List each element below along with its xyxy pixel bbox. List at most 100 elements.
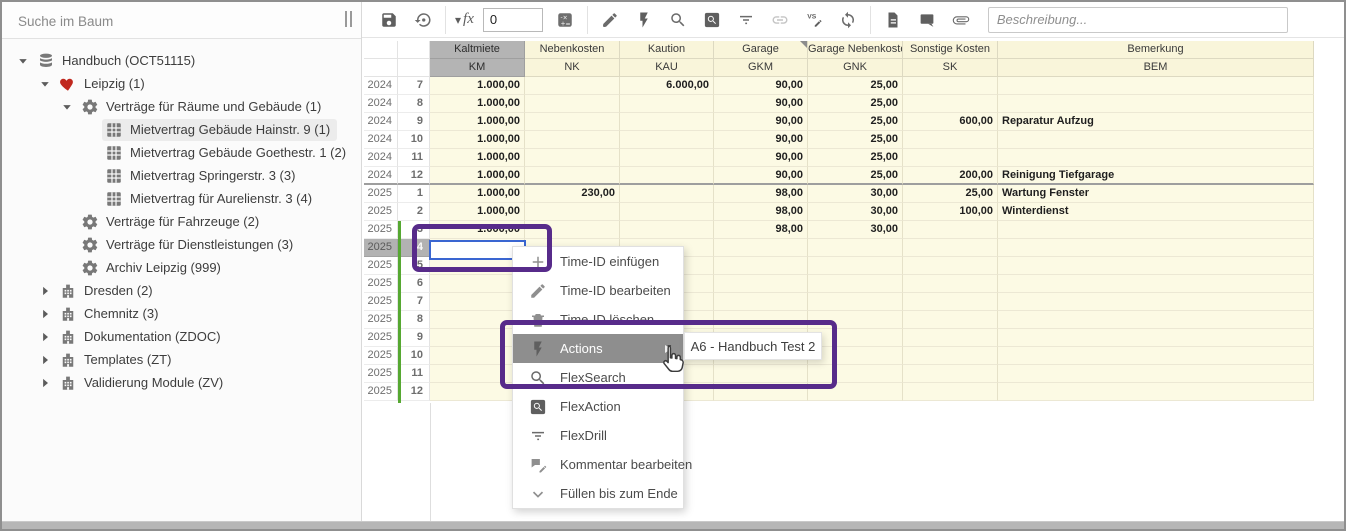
grid-cell[interactable] [903, 383, 998, 401]
grid-cell[interactable] [620, 149, 714, 167]
grid-cell[interactable] [903, 257, 998, 275]
tree-item-node[interactable]: Validierung Module (ZV) [2, 371, 361, 394]
grid-cell[interactable] [808, 347, 903, 365]
grid-cell[interactable]: 1.000,00 [430, 203, 525, 221]
grid-cell[interactable] [525, 221, 620, 239]
menu-item-flexdrill[interactable]: FlexDrill [513, 421, 683, 450]
grid-cell[interactable] [430, 275, 525, 293]
column-header-BEM[interactable]: Bemerkung [998, 41, 1314, 59]
grid-cell[interactable]: 1.000,00 [430, 77, 525, 95]
row-header-year[interactable]: 2025 [364, 365, 398, 383]
column-code-GKM[interactable]: GKM [714, 59, 808, 77]
chevron-right-icon[interactable] [34, 282, 56, 300]
row-header-month[interactable]: 8 [398, 311, 430, 329]
row-header-year[interactable]: 2024 [364, 77, 398, 95]
column-code-GNK[interactable]: GNK [808, 59, 903, 77]
grid-cell[interactable] [714, 275, 808, 293]
link-button[interactable] [763, 5, 797, 35]
row-header-year[interactable]: 2025 [364, 185, 398, 203]
menu-item-flexsearch[interactable]: FlexSearch [513, 363, 683, 392]
grid-cell[interactable] [903, 149, 998, 167]
vs-edit-button[interactable]: VS [797, 5, 831, 35]
grid-cell[interactable]: 90,00 [714, 113, 808, 131]
grid-cell[interactable] [620, 113, 714, 131]
save-button[interactable] [372, 5, 406, 35]
grid-cell[interactable]: 25,00 [808, 77, 903, 95]
grid-cell[interactable] [714, 383, 808, 401]
row-header-month[interactable]: 3 [398, 221, 430, 239]
search-button[interactable] [661, 5, 695, 35]
grid-cell[interactable]: 30,00 [808, 203, 903, 221]
column-code-NK[interactable]: NK [525, 59, 620, 77]
grid-cell[interactable] [808, 275, 903, 293]
column-code-KM[interactable]: KM [430, 59, 525, 77]
grid-cell[interactable] [430, 311, 525, 329]
grid-cell[interactable]: 1.000,00 [430, 167, 525, 185]
column-header-KM[interactable]: Kaltmiete [430, 41, 525, 59]
grid-cell[interactable] [903, 329, 998, 347]
row-header-year[interactable]: 2025 [364, 383, 398, 401]
grid-cell[interactable] [998, 329, 1314, 347]
grid-cell[interactable] [714, 293, 808, 311]
row-header-month[interactable]: 10 [398, 131, 430, 149]
row-header-year[interactable]: 2025 [364, 311, 398, 329]
chevron-right-icon[interactable] [34, 374, 56, 392]
grid-cell[interactable] [998, 131, 1314, 149]
filter-button[interactable] [729, 5, 763, 35]
chevron-right-icon[interactable] [34, 328, 56, 346]
grid-cell[interactable] [903, 239, 998, 257]
tree-item-node[interactable]: Leipzig (1) [2, 72, 361, 95]
row-header-year[interactable]: 2024 [364, 131, 398, 149]
menu-item-actions[interactable]: Actions [513, 334, 683, 363]
row-header-year[interactable]: 2025 [364, 275, 398, 293]
tree-item-node[interactable]: Mietvertrag für Aurelienstr. 3 (4) [2, 187, 361, 210]
tree-item-node[interactable]: Dresden (2) [2, 279, 361, 302]
row-header-month[interactable]: 2 [398, 203, 430, 221]
row-header-month[interactable]: 5 [398, 257, 430, 275]
row-header-month[interactable]: 7 [398, 293, 430, 311]
grid-cell[interactable] [998, 383, 1314, 401]
grid-cell[interactable] [998, 77, 1314, 95]
tree-item-selected[interactable]: Mietvertrag Gebäude Hainstr. 9 (1) [2, 118, 361, 141]
row-header-month[interactable]: 12 [398, 383, 430, 401]
column-header-NK[interactable]: Nebenkosten [525, 41, 620, 59]
grid-cell[interactable] [430, 293, 525, 311]
grid-cell[interactable] [620, 167, 714, 185]
column-header-SK[interactable]: Sonstige Kosten [903, 41, 998, 59]
lightning-button[interactable] [627, 5, 661, 35]
row-header-month[interactable]: 10 [398, 347, 430, 365]
menu-item-time-id-einf-gen[interactable]: Time-ID einfügen [513, 247, 683, 276]
grid-cell[interactable] [620, 221, 714, 239]
grid-cell[interactable] [430, 383, 525, 401]
grid-cell[interactable]: 98,00 [714, 221, 808, 239]
row-header-month[interactable]: 7 [398, 77, 430, 95]
tree-item-node[interactable]: Templates (ZT) [2, 348, 361, 371]
column-header-GNK[interactable]: Garage Nebenkosten [808, 41, 903, 59]
tree-item-node[interactable]: Mietvertrag Springerstr. 3 (3) [2, 164, 361, 187]
row-header-month[interactable]: 12 [398, 167, 430, 185]
chevron-down-icon[interactable] [12, 52, 34, 70]
grid-cell[interactable] [903, 221, 998, 239]
grid-cell[interactable] [903, 77, 998, 95]
row-header-year[interactable]: 2025 [364, 329, 398, 347]
grid-cell[interactable] [998, 149, 1314, 167]
grid-cell[interactable]: 230,00 [525, 185, 620, 203]
row-header-month[interactable]: 11 [398, 365, 430, 383]
grid-cell[interactable]: 90,00 [714, 167, 808, 185]
grid-cell[interactable]: 1.000,00 [430, 221, 525, 239]
tree-item-node[interactable]: Verträge für Dienstleistungen (3) [2, 233, 361, 256]
grid-cell[interactable] [903, 293, 998, 311]
grid-cell[interactable] [808, 311, 903, 329]
grid-cell[interactable] [998, 275, 1314, 293]
comment-button[interactable] [910, 5, 944, 35]
grid-cell[interactable] [808, 365, 903, 383]
grid-cell[interactable] [903, 95, 998, 113]
grid-cell[interactable]: 90,00 [714, 131, 808, 149]
grid-cell[interactable] [998, 239, 1314, 257]
refresh-button[interactable] [831, 5, 865, 35]
column-header-GKM[interactable]: Garage [714, 41, 808, 59]
menu-item-flexaction[interactable]: FlexAction [513, 392, 683, 421]
grid-cell[interactable]: 90,00 [714, 77, 808, 95]
grid-cell[interactable] [714, 239, 808, 257]
row-header-year[interactable]: 2024 [364, 113, 398, 131]
